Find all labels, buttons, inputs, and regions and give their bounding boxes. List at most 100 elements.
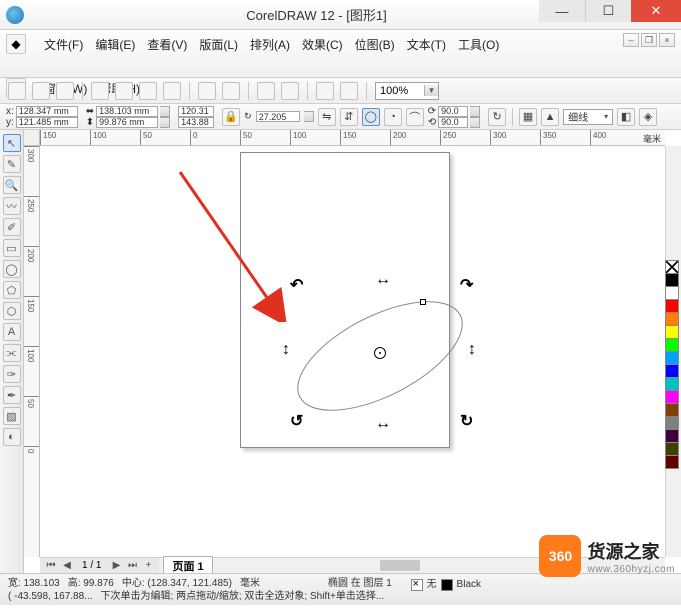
- menu-effects[interactable]: 效果(C): [302, 36, 343, 53]
- app-launcher-button[interactable]: [316, 82, 334, 100]
- direction-button[interactable]: ↻: [488, 108, 506, 126]
- swatch[interactable]: [665, 442, 679, 456]
- skew-handle-right[interactable]: ↕: [468, 341, 476, 359]
- swatch[interactable]: [665, 377, 679, 391]
- next-page-button[interactable]: ▶: [109, 560, 123, 571]
- center-of-rotation[interactable]: [374, 347, 386, 359]
- ruler-origin[interactable]: [24, 130, 40, 146]
- cut-button[interactable]: [115, 82, 133, 100]
- width-input[interactable]: 138.103 mm: [96, 106, 158, 117]
- outline-width-combo[interactable]: 细线 ▾: [563, 109, 613, 125]
- interactive-fill-tool[interactable]: ◐: [3, 428, 21, 446]
- ellipse-tool[interactable]: ◯: [3, 260, 21, 278]
- height-input[interactable]: 99.876 mm: [96, 117, 158, 128]
- corel-online-button[interactable]: [340, 82, 358, 100]
- ruler-horizontal[interactable]: 150 100 50 0 50 100 150 200 250 300 350 …: [40, 130, 665, 146]
- freehand-tool[interactable]: 〰: [3, 197, 21, 215]
- save-button[interactable]: [56, 82, 74, 100]
- menu-text[interactable]: 文本(T): [407, 36, 446, 53]
- scrollbar-thumb[interactable]: [380, 560, 420, 571]
- swatch[interactable]: [665, 338, 679, 352]
- mdi-restore[interactable]: ❐: [641, 33, 657, 47]
- interactive-blend-tool[interactable]: ⫘: [3, 344, 21, 362]
- swatch[interactable]: [665, 416, 679, 430]
- mdi-minimize[interactable]: –: [623, 33, 639, 47]
- swatch-none[interactable]: [665, 260, 679, 274]
- polygon-tool[interactable]: ⬠: [3, 281, 21, 299]
- menu-bitmaps[interactable]: 位图(B): [355, 36, 395, 53]
- mdi-close[interactable]: ×: [659, 33, 675, 47]
- first-page-button[interactable]: ⏮: [44, 560, 58, 571]
- scale-y-input[interactable]: 143.88: [178, 117, 214, 128]
- mirror-v-button[interactable]: ⇵: [340, 108, 358, 126]
- y-position-input[interactable]: 121.485 mm: [16, 117, 78, 128]
- basic-shapes-tool[interactable]: ⬡: [3, 302, 21, 320]
- swatch[interactable]: [665, 286, 679, 300]
- redo-button[interactable]: [222, 82, 240, 100]
- menu-tools[interactable]: 工具(O): [458, 36, 499, 53]
- skew-handle-left[interactable]: ↕: [282, 341, 290, 359]
- menu-arrange[interactable]: 排列(A): [250, 36, 290, 53]
- swatch[interactable]: [665, 455, 679, 469]
- swatch[interactable]: [665, 364, 679, 378]
- swatch[interactable]: [665, 325, 679, 339]
- menu-view[interactable]: 查看(V): [147, 36, 187, 53]
- skew-handle-bottom[interactable]: ↔: [375, 415, 391, 433]
- outline-swatch-icon[interactable]: [441, 579, 453, 591]
- maximize-button[interactable]: ☐: [585, 0, 631, 22]
- mirror-h-button[interactable]: ⇋: [318, 108, 336, 126]
- undo-button[interactable]: [198, 82, 216, 100]
- angle1-input[interactable]: 90.0: [438, 106, 468, 117]
- x-position-input[interactable]: 128.347 mm: [16, 106, 78, 117]
- ellipse-node[interactable]: [420, 299, 426, 305]
- swatch[interactable]: [665, 429, 679, 443]
- menu-edit[interactable]: 编辑(E): [95, 36, 135, 53]
- to-front-button[interactable]: ▲: [541, 108, 559, 126]
- lock-ratio-button[interactable]: 🔒: [222, 108, 240, 126]
- export-button[interactable]: [281, 82, 299, 100]
- close-button[interactable]: ✕: [631, 0, 681, 22]
- chevron-down-icon[interactable]: ▾: [424, 85, 438, 96]
- swatch[interactable]: [665, 312, 679, 326]
- drawing-area[interactable]: ↶ ↷ ↺ ↻ ↔ ↔ ↕ ↕: [40, 146, 665, 557]
- print-button[interactable]: [91, 82, 109, 100]
- rectangle-tool[interactable]: ▭: [3, 239, 21, 257]
- fill-swatch-icon[interactable]: [411, 579, 423, 591]
- angle2-input[interactable]: 90.0: [438, 117, 468, 128]
- width-spinner[interactable]: [160, 106, 170, 117]
- height-spinner[interactable]: [160, 117, 170, 128]
- rotation-handle[interactable]: ↺: [290, 411, 303, 431]
- rotation-spinner[interactable]: [304, 111, 314, 122]
- copy-button[interactable]: [139, 82, 157, 100]
- convert-curve-button[interactable]: ◈: [639, 108, 657, 126]
- pie-button[interactable]: ◔: [384, 108, 402, 126]
- menu-layout[interactable]: 版面(L): [199, 36, 238, 53]
- rotation-handle[interactable]: ↻: [460, 411, 473, 431]
- swatch[interactable]: [665, 390, 679, 404]
- rotation-handle[interactable]: ↶: [290, 275, 303, 295]
- ellipse-full-button[interactable]: ◯: [362, 108, 380, 126]
- add-page-button[interactable]: +: [141, 560, 155, 571]
- import-button[interactable]: [257, 82, 275, 100]
- to-back-button[interactable]: ◧: [617, 108, 635, 126]
- open-button[interactable]: [32, 82, 50, 100]
- paste-button[interactable]: [163, 82, 181, 100]
- zoom-input[interactable]: [376, 85, 424, 97]
- menu-file[interactable]: 文件(F): [44, 36, 83, 53]
- selected-ellipse-object[interactable]: ↶ ↷ ↺ ↻ ↔ ↔ ↕ ↕: [280, 281, 480, 434]
- skew-handle-top[interactable]: ↔: [375, 271, 391, 289]
- eyedropper-tool[interactable]: ✑: [3, 365, 21, 383]
- outline-tool[interactable]: ✒: [3, 386, 21, 404]
- scale-x-input[interactable]: 120.31: [178, 106, 214, 117]
- pick-tool[interactable]: ↖: [3, 134, 21, 152]
- swatch[interactable]: [665, 403, 679, 417]
- swatch[interactable]: [665, 299, 679, 313]
- wrap-text-button[interactable]: ▦: [519, 108, 537, 126]
- ruler-vertical[interactable]: 300 250 200 150 100 50 0: [24, 146, 40, 557]
- zoom-combo[interactable]: ▾: [375, 82, 439, 100]
- prev-page-button[interactable]: ◀: [60, 560, 74, 571]
- smart-draw-tool[interactable]: ✐: [3, 218, 21, 236]
- minimize-button[interactable]: —: [539, 0, 585, 22]
- zoom-tool[interactable]: 🔍: [3, 176, 21, 194]
- app-menu-icon[interactable]: ◆: [6, 34, 26, 54]
